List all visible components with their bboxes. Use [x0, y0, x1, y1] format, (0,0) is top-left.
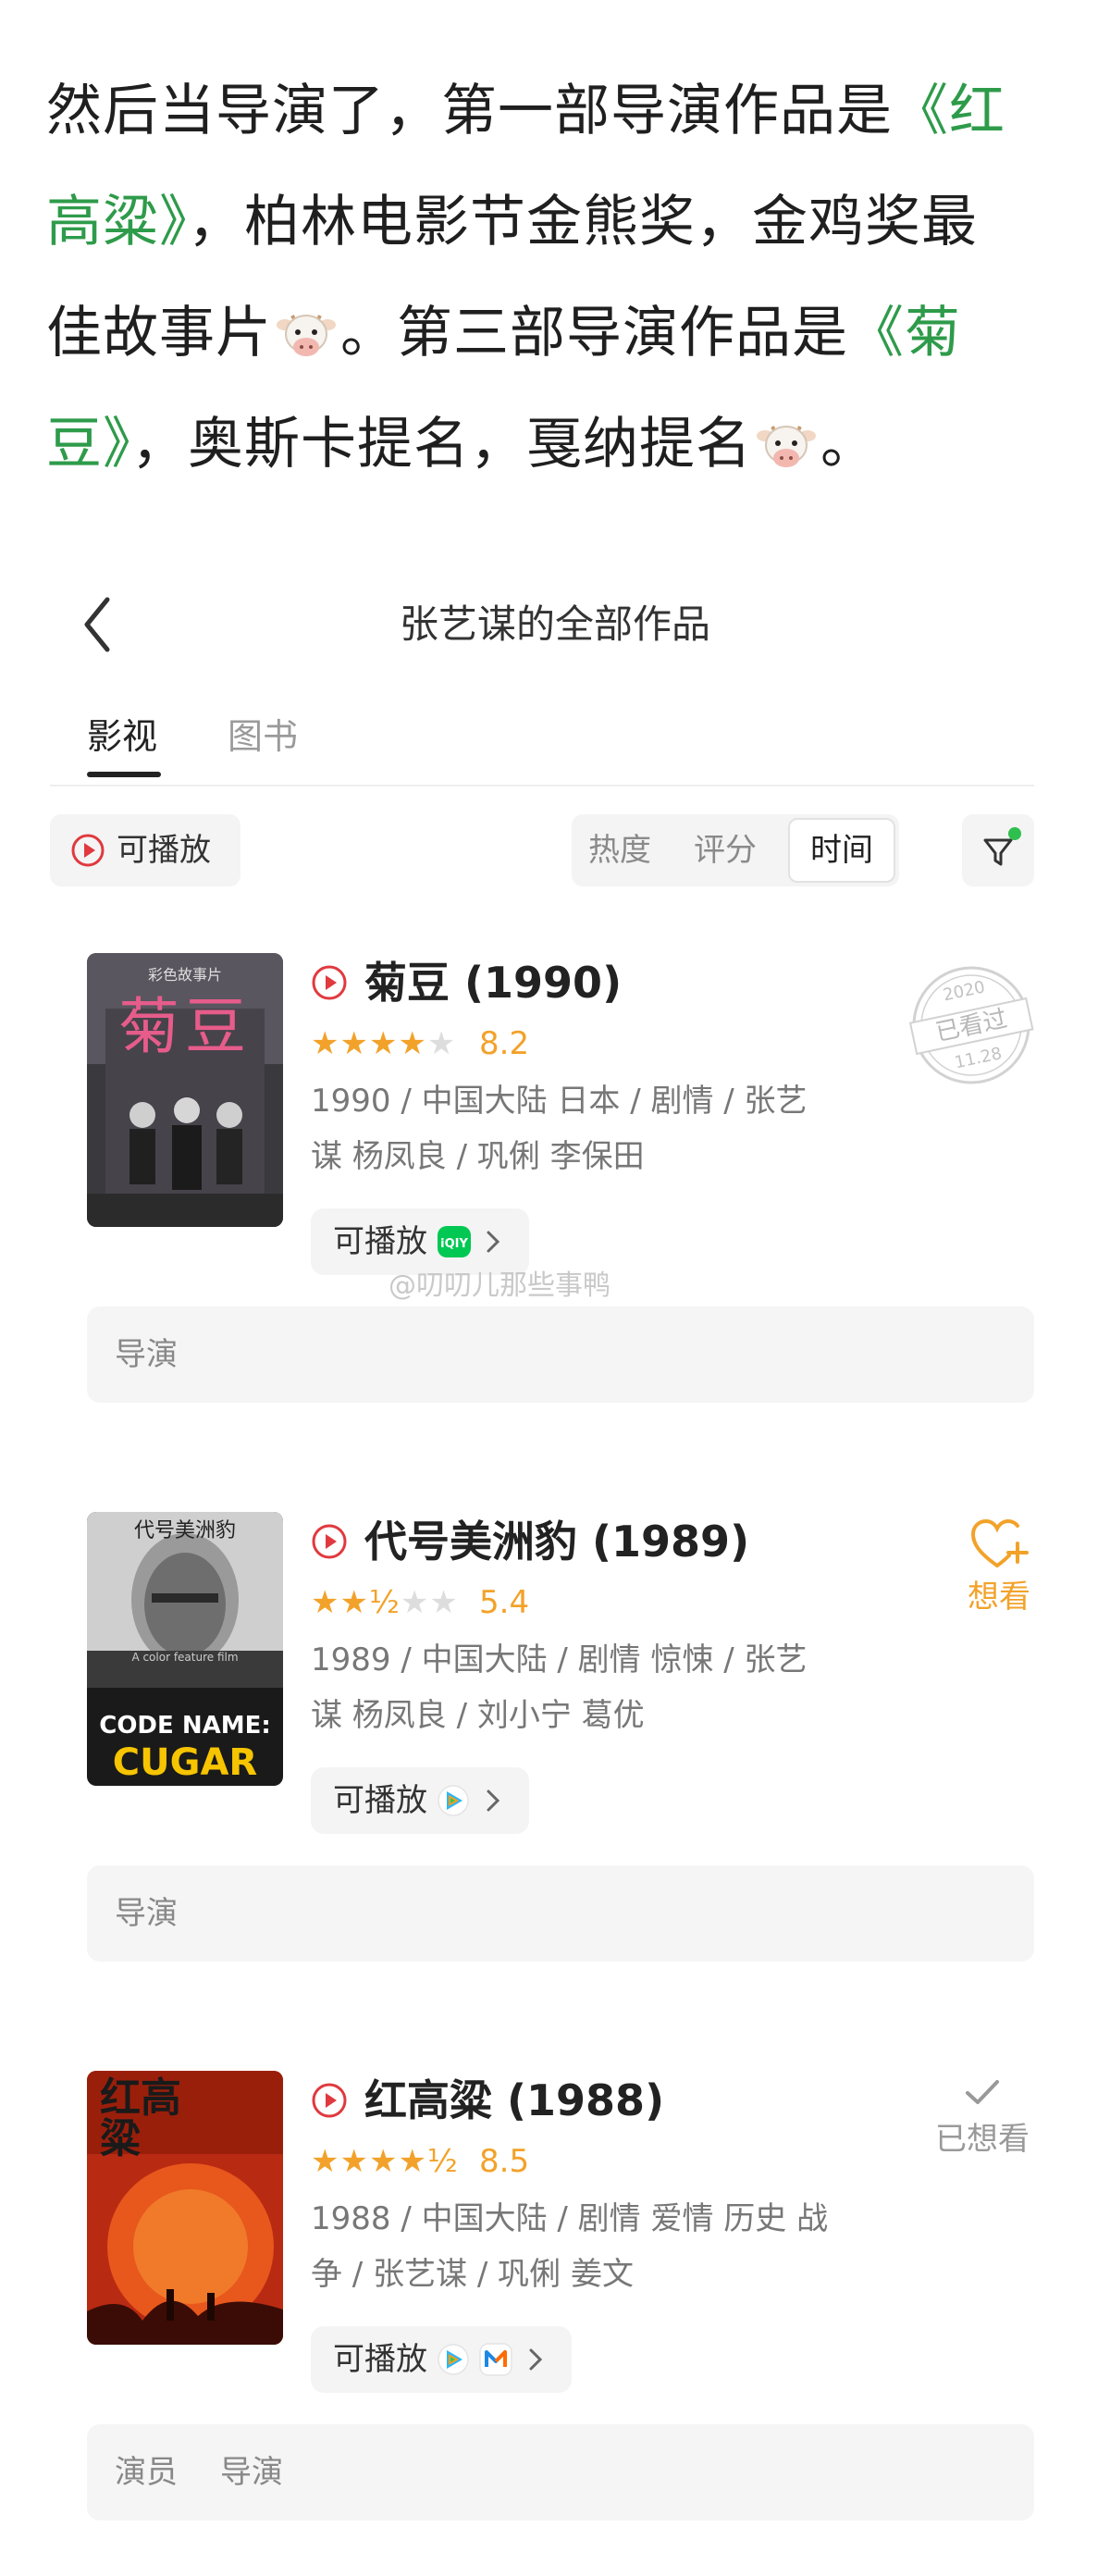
role-tag: 导演 [115, 1336, 178, 1373]
play-circle-icon [312, 2083, 347, 2118]
cow-emoji-icon [277, 315, 336, 357]
page-title: 张艺谋的全部作品 [399, 601, 710, 647]
play-circle-icon [312, 1524, 347, 1559]
heart-plus-icon [970, 1518, 1029, 1567]
intro-paragraph: 然后当导演了，第一部导演作品是《红 高粱》，柏林电影节金熊奖，金鸡奖最 佳故事片… [46, 56, 1073, 500]
poster-small-text: A color feature film [131, 1651, 239, 1664]
funnel-icon [983, 838, 1013, 866]
rating-score: 8.5 [479, 2143, 530, 2180]
link-red-sorghum[interactable]: 《红 [893, 79, 1005, 143]
role-tag: 导演 [115, 1895, 178, 1932]
checkmark-icon [966, 2080, 999, 2104]
iqiyi-icon: iQIY [438, 1226, 471, 1257]
tab-books[interactable]: 图书 [228, 711, 298, 762]
filter-active-dot [1008, 827, 1021, 840]
role-bar: 演员 导演 [87, 2424, 1034, 2520]
movie-meta: 1988 / 中国大陆 / 剧情 爱情 历史 战 争 / 张艺谋 / 巩俐 姜文 [311, 2200, 829, 2293]
chevron-right-icon [487, 1231, 500, 1253]
play-sources-button[interactable]: 可播放 iQIY [311, 1208, 529, 1275]
role-bar: 导演 [87, 1307, 1034, 1403]
link-ju-dou-2[interactable]: 豆》 [46, 412, 131, 477]
playable-filter-label: 可播放 [117, 832, 211, 869]
sort-popularity[interactable]: 热度 [588, 814, 651, 886]
link-red-sorghum-2[interactable]: 高粱》 [46, 190, 188, 254]
play-circle-icon [71, 834, 105, 867]
movie-meta: 1990 / 中国大陆 日本 / 剧情 / 张艺 谋 杨凤良 / 巩俐 李保田 [311, 1083, 808, 1175]
playable-filter-chip[interactable]: 可播放 [50, 814, 240, 886]
role-tag: 导演 [220, 2454, 283, 2491]
wanted-label: 已想看 [935, 2121, 1030, 2158]
poster-title-text: 菊豆 [118, 991, 252, 1062]
watched-stamp: 2020 已看过 11.28 [896, 950, 1045, 1099]
back-arrow-icon[interactable] [80, 592, 117, 657]
watermark: @叨叨儿那些事鸭 [388, 1269, 610, 1302]
svg-text:iQIY: iQIY [440, 1237, 468, 1251]
want-to-watch-button[interactable]: 想看 [962, 1517, 1036, 1616]
sort-time-selected[interactable]: 时间 [788, 818, 895, 883]
wanted-status[interactable]: 已想看 [925, 2076, 1040, 2158]
cow-emoji-icon [757, 426, 816, 468]
chevron-right-icon [487, 1790, 500, 1812]
active-tab-indicator [87, 772, 161, 777]
role-bar: 导演 [87, 1865, 1034, 1962]
movie-meta: 1989 / 中国大陆 / 剧情 惊悚 / 张艺 谋 杨凤良 / 刘小宁 葛优 [311, 1641, 808, 1734]
poster-title-text: 红高粱 [100, 2074, 181, 2162]
star-rating: ★★★★½ [311, 2143, 459, 2180]
play-sources-button[interactable]: 可播放 [311, 2326, 572, 2393]
tencent-video-icon [438, 1785, 469, 1816]
poster-code-name-cougar[interactable]: 代号美洲豹 A color feature film CODE NAME: CU… [87, 1512, 283, 1786]
tab-film-tv[interactable]: 影视 [87, 711, 157, 762]
poster-line-2: CUGAR [112, 1741, 258, 1784]
rating-score: 8.2 [479, 1025, 530, 1062]
play-sources-button[interactable]: 可播放 [311, 1767, 529, 1834]
intro-line-1: 然后当导演了，第一部导演作品是《红 [46, 79, 1005, 143]
star-rating: ★★★★★ [311, 1025, 457, 1062]
star-rating: ★★½★★ [311, 1584, 459, 1621]
intro-line-4: 豆》，奥斯卡提名，戛纳提名。 [46, 412, 877, 477]
mgtv-icon [479, 2343, 512, 2376]
chevron-right-icon [529, 2348, 543, 2371]
link-ju-dou[interactable]: 《菊 [848, 301, 961, 365]
filter-button[interactable] [962, 814, 1034, 886]
tabs-divider [50, 785, 1034, 786]
want-to-watch-label: 想看 [968, 1579, 1030, 1616]
poster-ju-dou[interactable]: 彩色故事片 菊豆 [87, 953, 283, 1227]
rating-score: 5.4 [479, 1584, 530, 1621]
poster-caption: 彩色故事片 [147, 966, 222, 984]
intro-line-3: 佳故事片 。第三部导演作品是《菊 [46, 301, 961, 365]
role-tag: 演员 [115, 2454, 178, 2491]
sort-segmented-control: 热度 评分 时间 [572, 814, 899, 886]
tencent-video-icon [438, 2344, 469, 2375]
play-circle-icon [312, 965, 347, 1000]
poster-line-1: CODE NAME: [99, 1712, 271, 1740]
intro-line-2: 高粱》，柏林电影节金熊奖，金鸡奖最 [46, 190, 978, 254]
movie-title[interactable]: 菊豆 (1990) [364, 953, 622, 1012]
movie-title[interactable]: 代号美洲豹 (1989) [364, 1512, 749, 1571]
poster-red-sorghum[interactable]: 红高粱 [87, 2071, 283, 2345]
sort-rating[interactable]: 评分 [694, 814, 757, 886]
movie-title[interactable]: 红高粱 (1988) [364, 2071, 664, 2130]
poster-top-text: 代号美洲豹 [133, 1519, 236, 1542]
